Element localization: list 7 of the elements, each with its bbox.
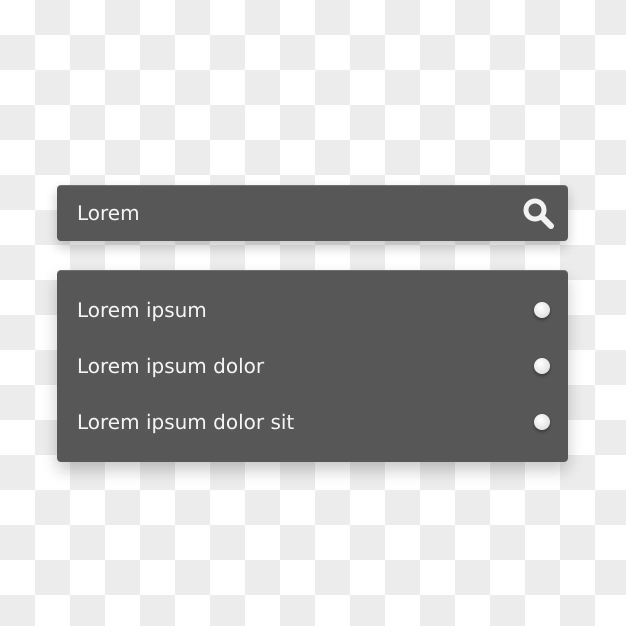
dot-icon (534, 414, 550, 430)
search-field[interactable]: Lorem (57, 185, 568, 241)
dropdown-item[interactable]: Lorem ipsum (77, 298, 207, 322)
dropdown-item[interactable]: Lorem ipsum dolor sit (77, 410, 294, 434)
dropdown-item[interactable]: Lorem ipsum dolor (77, 354, 264, 378)
dot-icon (534, 358, 550, 374)
dot-icon (534, 302, 550, 318)
